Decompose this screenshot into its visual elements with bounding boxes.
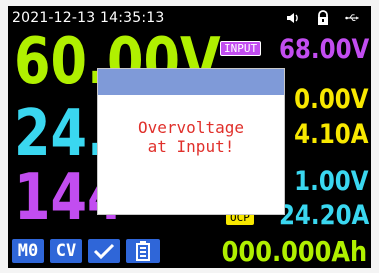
ocp-readout: 24.20A xyxy=(278,200,369,231)
bottom-status-bar: M0 CV xyxy=(12,238,160,264)
speaker-icon xyxy=(287,13,298,23)
input-voltage-readout: 68.00V xyxy=(278,34,369,65)
output-current-readout: 24. xyxy=(14,97,107,171)
checkmark-icon xyxy=(93,243,115,260)
battery-icon xyxy=(136,241,150,261)
dialog-message: Overvoltage at Input! xyxy=(138,118,244,156)
status-icons xyxy=(285,9,361,27)
lock-icon xyxy=(318,10,328,25)
output-on-badge[interactable] xyxy=(88,239,120,263)
overvoltage-alert-dialog[interactable]: Overvoltage at Input! xyxy=(98,69,284,214)
set-current-readout: 4.10A xyxy=(294,119,369,150)
set-voltage-readout: 0.00V xyxy=(294,84,369,115)
mode-badge[interactable]: CV xyxy=(50,239,82,263)
datetime-label: 2021-12-13 14:35:13 xyxy=(12,10,165,26)
energy-readout: 000.000Ah xyxy=(221,235,367,268)
device-screen: 2021-12-13 14:35:13 60.00V 24. 144 INPUT… xyxy=(8,6,371,268)
battery-badge[interactable] xyxy=(126,239,160,263)
ovp-readout: 1.00V xyxy=(294,166,369,197)
memory-slot-badge[interactable]: M0 xyxy=(12,239,44,263)
usb-icon xyxy=(345,14,359,21)
dialog-title-bar xyxy=(98,69,284,95)
input-label-badge: INPUT xyxy=(220,41,262,56)
